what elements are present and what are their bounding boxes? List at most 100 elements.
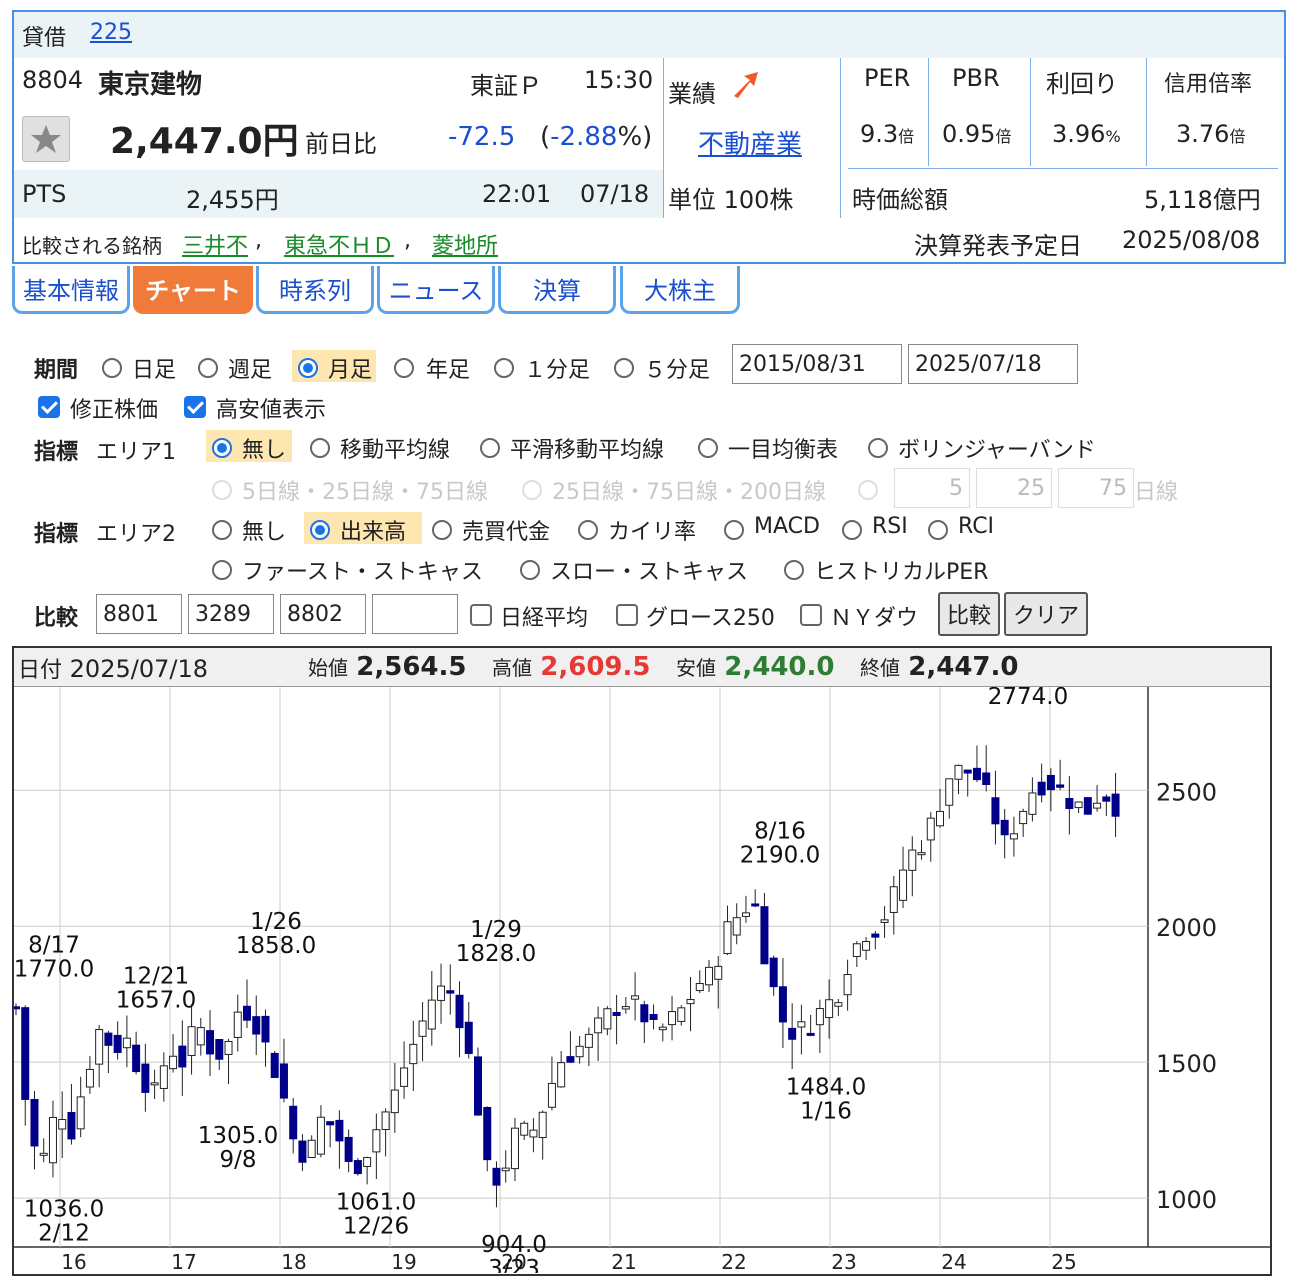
compare-link-mitsubishi[interactable]: 菱地所 [432, 228, 498, 260]
nikkei-checkbox[interactable] [470, 604, 492, 626]
area1-ichimoku-radio[interactable] [698, 438, 718, 458]
clear-button[interactable]: クリア [1004, 592, 1088, 636]
per-value: 9.3倍 [860, 120, 915, 148]
period-yearly-radio[interactable] [394, 358, 414, 378]
candle-down [289, 1105, 298, 1140]
tab-earnings[interactable]: 決算 [498, 266, 616, 314]
high-low-checkbox[interactable] [184, 396, 206, 418]
candle-up [862, 940, 871, 951]
candle-up [538, 1111, 547, 1138]
adjusted-price-label: 修正株価 [70, 398, 159, 423]
area2-turnover-radio[interactable] [432, 520, 452, 540]
candle-down [806, 1032, 815, 1036]
area2-rci-radio[interactable] [928, 520, 948, 540]
period-weekly-radio[interactable] [198, 358, 218, 378]
peak-annotation: 2190.0 [740, 843, 820, 869]
date-to-input[interactable]: 2025/07/18 [908, 344, 1078, 384]
area2-rci-label: RCI [958, 514, 995, 539]
index-225-link[interactable]: 225 [90, 20, 132, 45]
candle-up [76, 1096, 85, 1130]
tab-major-shareholders[interactable]: 大株主 [620, 266, 740, 314]
candle-up [631, 995, 640, 1000]
quote-time: 15:30 [584, 66, 654, 94]
period-5min-radio[interactable] [614, 358, 634, 378]
candle-down [640, 1004, 649, 1023]
y-tick-label: 1500 [1156, 1050, 1217, 1078]
adjusted-price-checkbox[interactable] [38, 396, 60, 418]
yield-label: 利回り [1046, 70, 1118, 98]
ma-custom-radio[interactable] [858, 480, 878, 500]
area1-none-radio[interactable] [212, 438, 232, 458]
compare-code-2[interactable]: 3289 [188, 594, 274, 634]
ma-input-1[interactable]: 5 [894, 468, 970, 508]
area1-ema-label: 平滑移動平均線 [510, 438, 665, 463]
area2-macd-radio[interactable] [724, 520, 744, 540]
period-daily-radio[interactable] [102, 358, 122, 378]
candle-up [501, 1167, 510, 1172]
ma-input-2[interactable]: 25 [976, 468, 1052, 508]
tab-basic-info[interactable]: 基本情報 [12, 266, 130, 314]
compare-code-1[interactable]: 8801 [96, 594, 182, 634]
compare-code-4[interactable] [372, 594, 458, 634]
candle-down [982, 772, 991, 785]
candle-up [85, 1068, 94, 1088]
area2-turnover-label: 売買代金 [462, 520, 551, 545]
candle-up [39, 1152, 48, 1156]
area2-deviation-radio[interactable] [578, 520, 598, 540]
growth250-label: グロース250 [646, 606, 775, 631]
period-monthly-radio[interactable] [298, 358, 318, 378]
compare-code-3[interactable]: 8802 [280, 594, 366, 634]
market-cap-label: 時価総額 [852, 186, 948, 214]
candle-up [575, 1045, 584, 1058]
compare-link-mitsui[interactable]: 三井不 [182, 228, 248, 260]
area2-hist-per-radio[interactable] [784, 560, 804, 580]
compare-button[interactable]: 比較 [938, 592, 1000, 636]
favorite-button[interactable] [22, 116, 70, 162]
growth250-checkbox[interactable] [616, 604, 638, 626]
tab-news[interactable]: ニュース [377, 266, 495, 314]
area2-slow-stoch-label: スロー・ストキャス [550, 560, 749, 585]
candle-up [390, 1089, 399, 1114]
candle-up [510, 1127, 519, 1170]
ma-set2-label: 25日線・75日線・200日線 [552, 480, 826, 505]
date-from-input[interactable]: 2015/08/31 [732, 344, 902, 384]
peak-annotation: 2774.0 [988, 687, 1068, 710]
peak-annotation: 1828.0 [456, 941, 536, 967]
x-tick-label: 23 [831, 1250, 856, 1273]
change-value: -72.5 [448, 122, 516, 152]
candle-up [381, 1111, 390, 1131]
candle-down [113, 1034, 122, 1053]
area1-sma-radio[interactable] [310, 438, 330, 458]
high-low-label: 高安値表示 [216, 398, 327, 423]
ma-set2-radio[interactable] [522, 480, 542, 500]
ma-input-3[interactable]: 75 [1058, 468, 1134, 508]
nydow-checkbox[interactable] [800, 604, 822, 626]
area2-rsi-radio[interactable] [842, 520, 862, 540]
peak-annotation: 12/26 [343, 1213, 409, 1239]
x-tick-label: 17 [171, 1250, 196, 1273]
candle-up [677, 1007, 686, 1022]
area2-volume-radio[interactable] [310, 520, 330, 540]
peak-annotation: 1858.0 [236, 933, 316, 959]
sector-link[interactable]: 不動産業 [698, 124, 802, 161]
area2-slow-stoch-radio[interactable] [520, 560, 540, 580]
area1-label: エリア1 [96, 440, 176, 465]
candle-down [298, 1140, 307, 1163]
candle-up [400, 1067, 409, 1087]
period-1min-radio[interactable] [494, 358, 514, 378]
y-tick-label: 2500 [1156, 778, 1217, 806]
y-tick-label: 1000 [1156, 1186, 1217, 1214]
compare-link-tokyu[interactable]: 東急不ＨＤ [284, 228, 394, 260]
candle-down [353, 1160, 362, 1175]
tab-time-series[interactable]: 時系列 [256, 266, 374, 314]
area2-none-radio[interactable] [212, 520, 232, 540]
tab-chart[interactable]: チャート [133, 266, 253, 314]
area1-bollinger-radio[interactable] [868, 438, 888, 458]
ma-set1-radio[interactable] [212, 480, 232, 500]
area2-fast-stoch-radio[interactable] [212, 560, 232, 580]
area1-ema-radio[interactable] [480, 438, 500, 458]
candle-up [705, 966, 713, 986]
peak-annotation: 1305.0 [198, 1123, 278, 1149]
candlestick-chart[interactable]: 16 17 18 19 20 21 22 23 24 2510001500200025008/17… [14, 687, 1270, 1273]
separator: , [404, 228, 411, 253]
